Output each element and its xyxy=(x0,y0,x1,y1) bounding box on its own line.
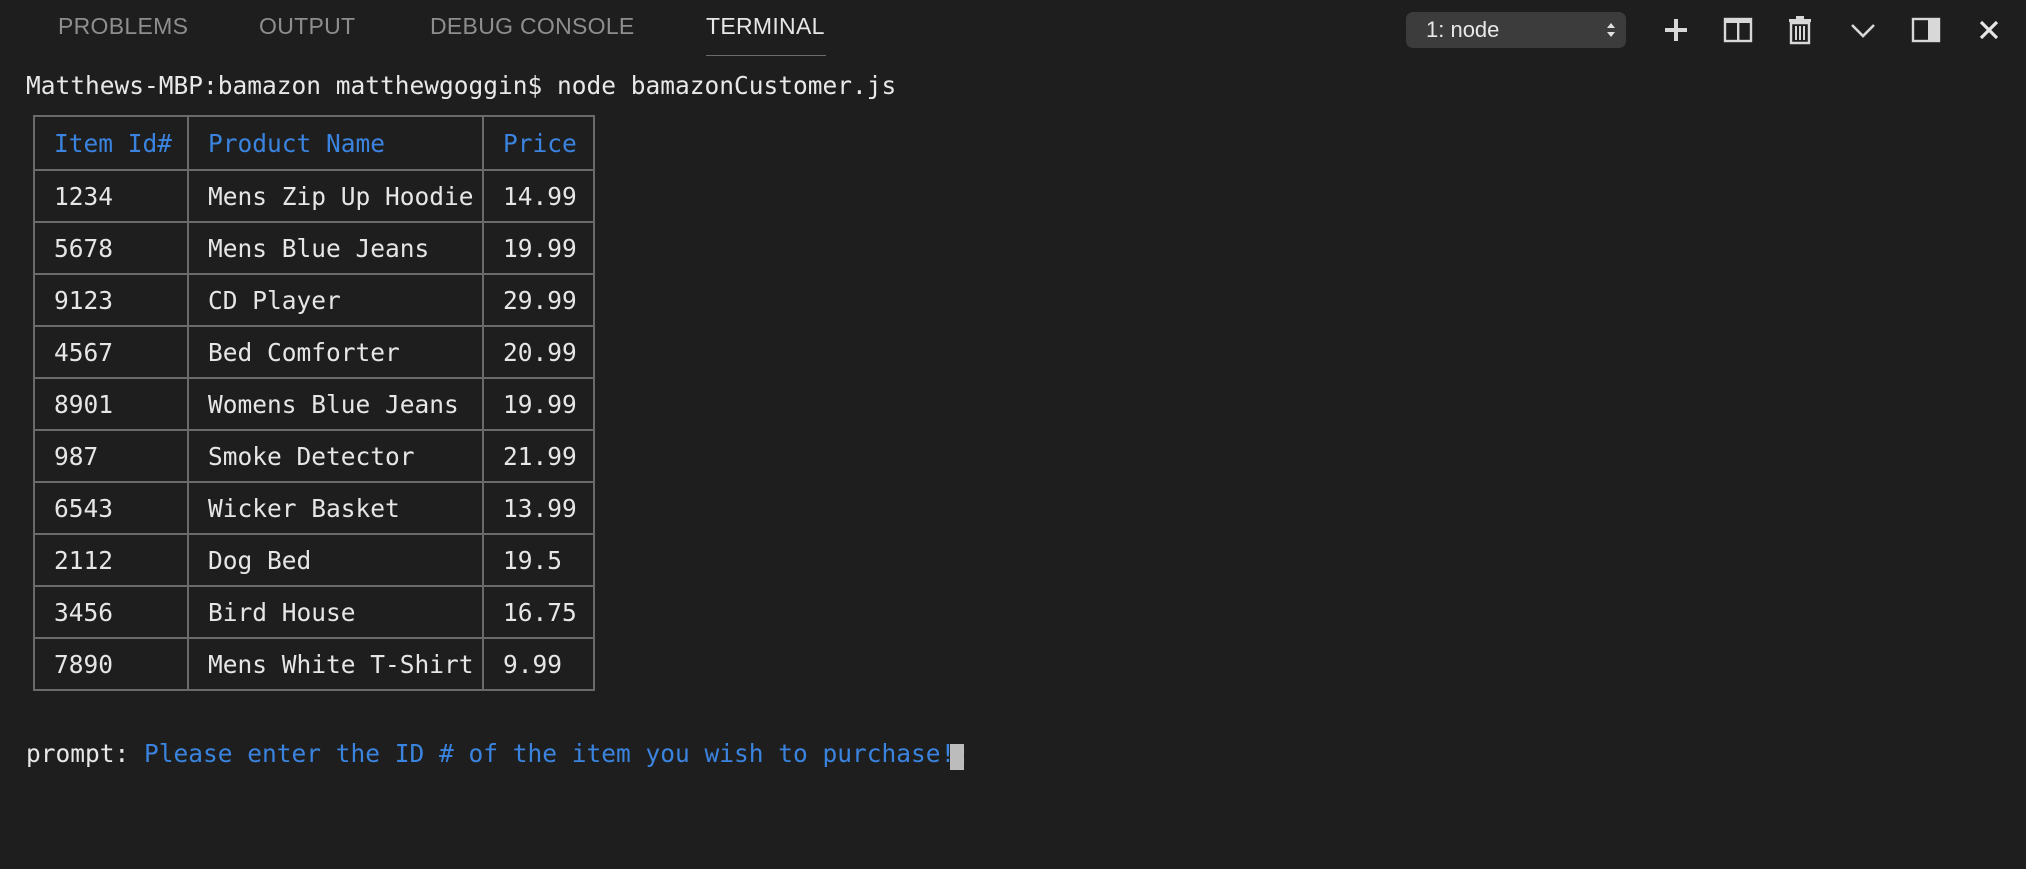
cell-price: 14.99 xyxy=(482,169,595,223)
terminal-cursor xyxy=(950,744,964,770)
panel-header: PROBLEMS OUTPUT DEBUG CONSOLE TERMINAL 1… xyxy=(0,0,2026,58)
active-tab-indicator xyxy=(706,55,826,56)
tab-debug-console[interactable]: DEBUG CONSOLE xyxy=(430,12,635,40)
cell-product-name: Womens Blue Jeans xyxy=(187,377,484,431)
cell-price: 16.75 xyxy=(482,585,595,639)
table-row: 1234 Mens Zip Up Hoodie 14.99 xyxy=(33,169,595,223)
cell-item-id: 8901 xyxy=(33,377,189,431)
cell-price: 20.99 xyxy=(482,325,595,379)
command-line: Matthews-MBP:bamazon matthewgoggin$ node… xyxy=(26,71,897,100)
cell-product-name: Bird House xyxy=(187,585,484,639)
table-row: 987 Smoke Detector 21.99 xyxy=(33,429,595,483)
table-row: 7890 Mens White T-Shirt 9.99 xyxy=(33,637,595,691)
table-row: 8901 Womens Blue Jeans 19.99 xyxy=(33,377,595,431)
cell-item-id: 9123 xyxy=(33,273,189,327)
terminal-select-dropdown[interactable]: 1: node xyxy=(1406,12,1626,48)
panel-layout-icon[interactable] xyxy=(1910,14,1942,46)
terminal-select-value: 1: node xyxy=(1426,17,1500,42)
cell-price: 21.99 xyxy=(482,429,595,483)
cell-price: 9.99 xyxy=(482,637,595,691)
cell-price: 29.99 xyxy=(482,273,595,327)
cell-product-name: Mens White T-Shirt xyxy=(187,637,484,691)
cell-item-id: 2112 xyxy=(33,533,189,587)
table-header-row: Item Id# Product Name Price xyxy=(33,115,595,171)
cell-price: 19.99 xyxy=(482,221,595,275)
prompt-message: Please enter the ID # of the item you wi… xyxy=(144,739,971,768)
trash-icon[interactable] xyxy=(1784,14,1816,46)
cell-item-id: 3456 xyxy=(33,585,189,639)
cell-product-name: CD Player xyxy=(187,273,484,327)
tab-output[interactable]: OUTPUT xyxy=(259,12,355,40)
chevron-down-icon[interactable] xyxy=(1847,14,1879,46)
cell-item-id: 987 xyxy=(33,429,189,483)
products-table: Item Id# Product Name Price 1234 Mens Zi… xyxy=(33,115,595,691)
cell-item-id: 1234 xyxy=(33,169,189,223)
close-icon[interactable] xyxy=(1973,14,2005,46)
cell-item-id: 7890 xyxy=(33,637,189,691)
header-product-name: Product Name xyxy=(187,115,484,171)
table-row: 4567 Bed Comforter 20.99 xyxy=(33,325,595,379)
table-row: 6543 Wicker Basket 13.99 xyxy=(33,481,595,535)
cell-product-name: Wicker Basket xyxy=(187,481,484,535)
prompt-label: prompt: xyxy=(26,739,130,768)
cell-product-name: Mens Zip Up Hoodie xyxy=(187,169,484,223)
header-price: Price xyxy=(482,115,595,171)
cell-product-name: Dog Bed xyxy=(187,533,484,587)
cell-product-name: Bed Comforter xyxy=(187,325,484,379)
header-item-id: Item Id# xyxy=(33,115,189,171)
split-terminal-icon[interactable] xyxy=(1722,14,1754,46)
terminal-output[interactable]: Matthews-MBP:bamazon matthewgoggin$ node… xyxy=(0,58,2026,869)
cell-product-name: Mens Blue Jeans xyxy=(187,221,484,275)
cell-item-id: 4567 xyxy=(33,325,189,379)
table-row: 3456 Bird House 16.75 xyxy=(33,585,595,639)
table-row: 2112 Dog Bed 19.5 xyxy=(33,533,595,587)
tab-terminal[interactable]: TERMINAL xyxy=(706,12,825,40)
prompt-line: prompt: Please enter the ID # of the ite… xyxy=(26,738,970,770)
table-row: 5678 Mens Blue Jeans 19.99 xyxy=(33,221,595,275)
cell-price: 19.99 xyxy=(482,377,595,431)
cell-price: 13.99 xyxy=(482,481,595,535)
cell-product-name: Smoke Detector xyxy=(187,429,484,483)
plus-icon[interactable] xyxy=(1660,14,1692,46)
tab-problems[interactable]: PROBLEMS xyxy=(58,12,188,40)
table-row: 9123 CD Player 29.99 xyxy=(33,273,595,327)
cell-item-id: 6543 xyxy=(33,481,189,535)
cell-price: 19.5 xyxy=(482,533,595,587)
select-arrows-icon xyxy=(1607,23,1615,37)
cell-item-id: 5678 xyxy=(33,221,189,275)
